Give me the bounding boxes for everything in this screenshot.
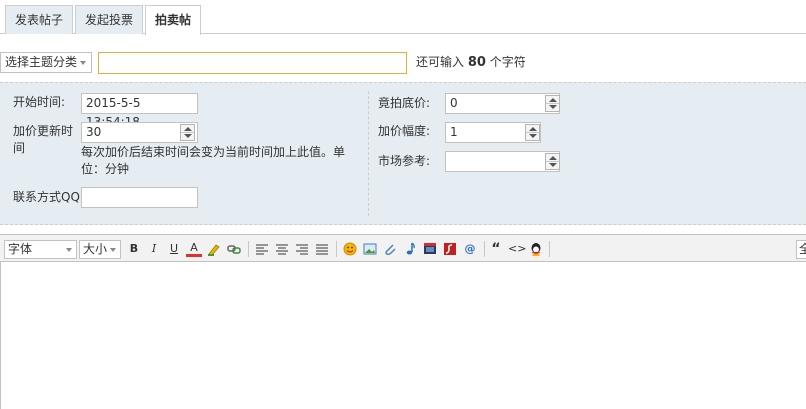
bid-interval-stepper[interactable] xyxy=(180,124,195,141)
chevron-down-icon xyxy=(66,248,72,252)
editor-content-area[interactable] xyxy=(0,262,806,409)
qq-icon[interactable] xyxy=(528,241,544,257)
tab-post[interactable]: 发表帖子 xyxy=(5,5,74,34)
auction-panel: 开始时间: 2015-5-5 13:54:18 加价更新时 间 30 每次加价后… xyxy=(0,82,806,225)
arrow-up-icon xyxy=(184,127,192,131)
start-price-label: 竟拍底价: xyxy=(378,96,431,110)
align-justify-icon[interactable] xyxy=(314,241,330,257)
image-icon[interactable] xyxy=(362,241,378,257)
italic-icon[interactable]: I xyxy=(146,241,162,257)
arrow-down-icon xyxy=(549,163,557,167)
market-ref-label: 市场参考: xyxy=(378,154,431,168)
start-price-stepper[interactable] xyxy=(545,95,560,112)
smiley-icon[interactable] xyxy=(342,241,358,257)
arrow-down-icon xyxy=(184,134,192,138)
chevron-down-icon xyxy=(80,61,86,65)
category-select-label: 选择主题分类 xyxy=(5,55,78,69)
font-color-icon[interactable]: A xyxy=(186,241,202,257)
toolbar-separator xyxy=(549,241,550,257)
fullscreen-button[interactable]: 全 xyxy=(796,240,806,259)
toolbar-separator xyxy=(336,241,337,257)
align-center-icon[interactable] xyxy=(274,241,290,257)
align-right-icon[interactable] xyxy=(294,241,310,257)
tab-auction[interactable]: 拍卖帖 xyxy=(145,5,202,35)
toolbar-separator xyxy=(248,241,249,257)
bid-interval-label-1: 加价更新时 xyxy=(13,124,74,138)
start-price-field[interactable]: 0 xyxy=(445,93,560,114)
font-size-select[interactable]: 大小 xyxy=(79,240,121,259)
highlight-icon[interactable] xyxy=(206,241,222,257)
align-left-icon[interactable] xyxy=(254,241,270,257)
toolbar-separator xyxy=(484,241,485,257)
contact-qq-field[interactable] xyxy=(81,187,198,208)
category-select[interactable]: 选择主题分类 xyxy=(0,52,92,73)
char-counter: 还可输入 80 个字符 xyxy=(416,54,526,71)
font-size-label: 大小 xyxy=(83,242,108,256)
font-family-select[interactable]: 字体 xyxy=(4,240,77,259)
counter-prefix: 还可输入 xyxy=(416,55,465,69)
code-icon[interactable]: <> xyxy=(508,241,526,257)
font-family-label: 字体 xyxy=(8,242,33,256)
bid-interval-label-2: 间 xyxy=(13,141,26,155)
music-icon[interactable] xyxy=(402,241,418,257)
arrow-up-icon xyxy=(529,127,537,131)
post-type-tabs: 发表帖子 发起投票 拍卖帖 xyxy=(0,0,806,35)
start-time-label: 开始时间: xyxy=(13,95,66,109)
editor-toolbar: 字体 大小 B I U A @ “ <> 全 xyxy=(0,234,806,262)
quote-icon[interactable]: “ xyxy=(488,241,504,257)
counter-suffix: 个字符 xyxy=(489,55,526,69)
chevron-down-icon xyxy=(110,248,116,252)
flash-icon[interactable] xyxy=(442,241,458,257)
at-icon[interactable]: @ xyxy=(462,241,478,257)
arrow-up-icon xyxy=(549,156,557,160)
arrow-down-icon xyxy=(549,105,557,109)
bold-icon[interactable]: B xyxy=(126,241,142,257)
link-icon[interactable] xyxy=(226,241,242,257)
attachment-icon[interactable] xyxy=(382,241,398,257)
market-ref-stepper[interactable] xyxy=(545,153,560,170)
contact-qq-label: 联系方式QQ xyxy=(13,190,80,204)
underline-icon[interactable]: U xyxy=(166,241,182,257)
panel-divider xyxy=(368,91,369,216)
market-ref-field[interactable] xyxy=(445,151,560,172)
subject-input[interactable] xyxy=(98,52,407,74)
increment-stepper[interactable] xyxy=(525,124,540,141)
video-icon[interactable] xyxy=(422,241,438,257)
start-time-field[interactable]: 2015-5-5 13:54:18 xyxy=(81,93,198,129)
increment-label: 加价幅度: xyxy=(378,124,431,138)
bid-interval-hint: 每次加价后结束时间会变为当前时间加上此值。单位：分钟 xyxy=(81,145,346,176)
counter-value: 80 xyxy=(467,55,486,70)
arrow-up-icon xyxy=(549,98,557,102)
arrow-down-icon xyxy=(529,134,537,138)
tab-poll[interactable]: 发起投票 xyxy=(75,5,144,34)
